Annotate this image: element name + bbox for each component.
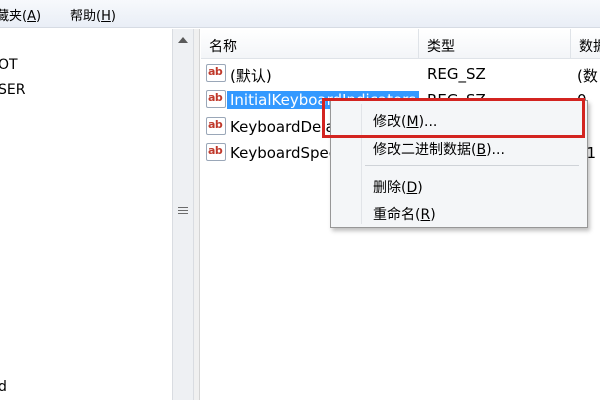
menu-separator: [365, 165, 579, 166]
value-data: (数: [577, 67, 598, 85]
value-type: REG_SZ: [427, 65, 486, 83]
menu-item-delete[interactable]: 删除(D): [373, 177, 423, 197]
value-name: (默认): [230, 67, 272, 85]
menu-help[interactable]: 帮助(H): [70, 5, 116, 24]
string-value-icon: ab: [206, 117, 226, 135]
highlight-box: [322, 98, 585, 138]
string-value-icon: ab: [206, 64, 226, 82]
tree-item[interactable]: OT: [0, 57, 18, 73]
registry-tree[interactable]: OT SER d: [0, 29, 176, 400]
table-row[interactable]: ab (默认) REG_SZ (数: [201, 61, 600, 87]
menu-bar: 藏夹(A) 帮助(H): [0, 0, 600, 28]
tree-scrollbar[interactable]: [172, 29, 194, 400]
scroll-up-arrow-icon[interactable]: [178, 37, 188, 43]
menu-item-modify-binary[interactable]: 修改二进制数据(B)...: [373, 139, 505, 159]
column-header-name[interactable]: 名称: [201, 29, 419, 59]
string-value-icon: ab: [206, 143, 226, 161]
column-header-type[interactable]: 类型: [419, 29, 571, 59]
tree-item[interactable]: d: [0, 379, 7, 395]
menu-favorites[interactable]: 藏夹(A): [0, 5, 41, 24]
pane-splitter[interactable]: [194, 29, 200, 400]
tree-item[interactable]: SER: [0, 82, 25, 98]
menu-item-rename[interactable]: 重命名(R): [373, 204, 436, 224]
string-value-icon: ab: [206, 90, 226, 108]
scroll-grip-icon[interactable]: [178, 207, 188, 216]
column-header-data[interactable]: 数据: [571, 29, 600, 59]
